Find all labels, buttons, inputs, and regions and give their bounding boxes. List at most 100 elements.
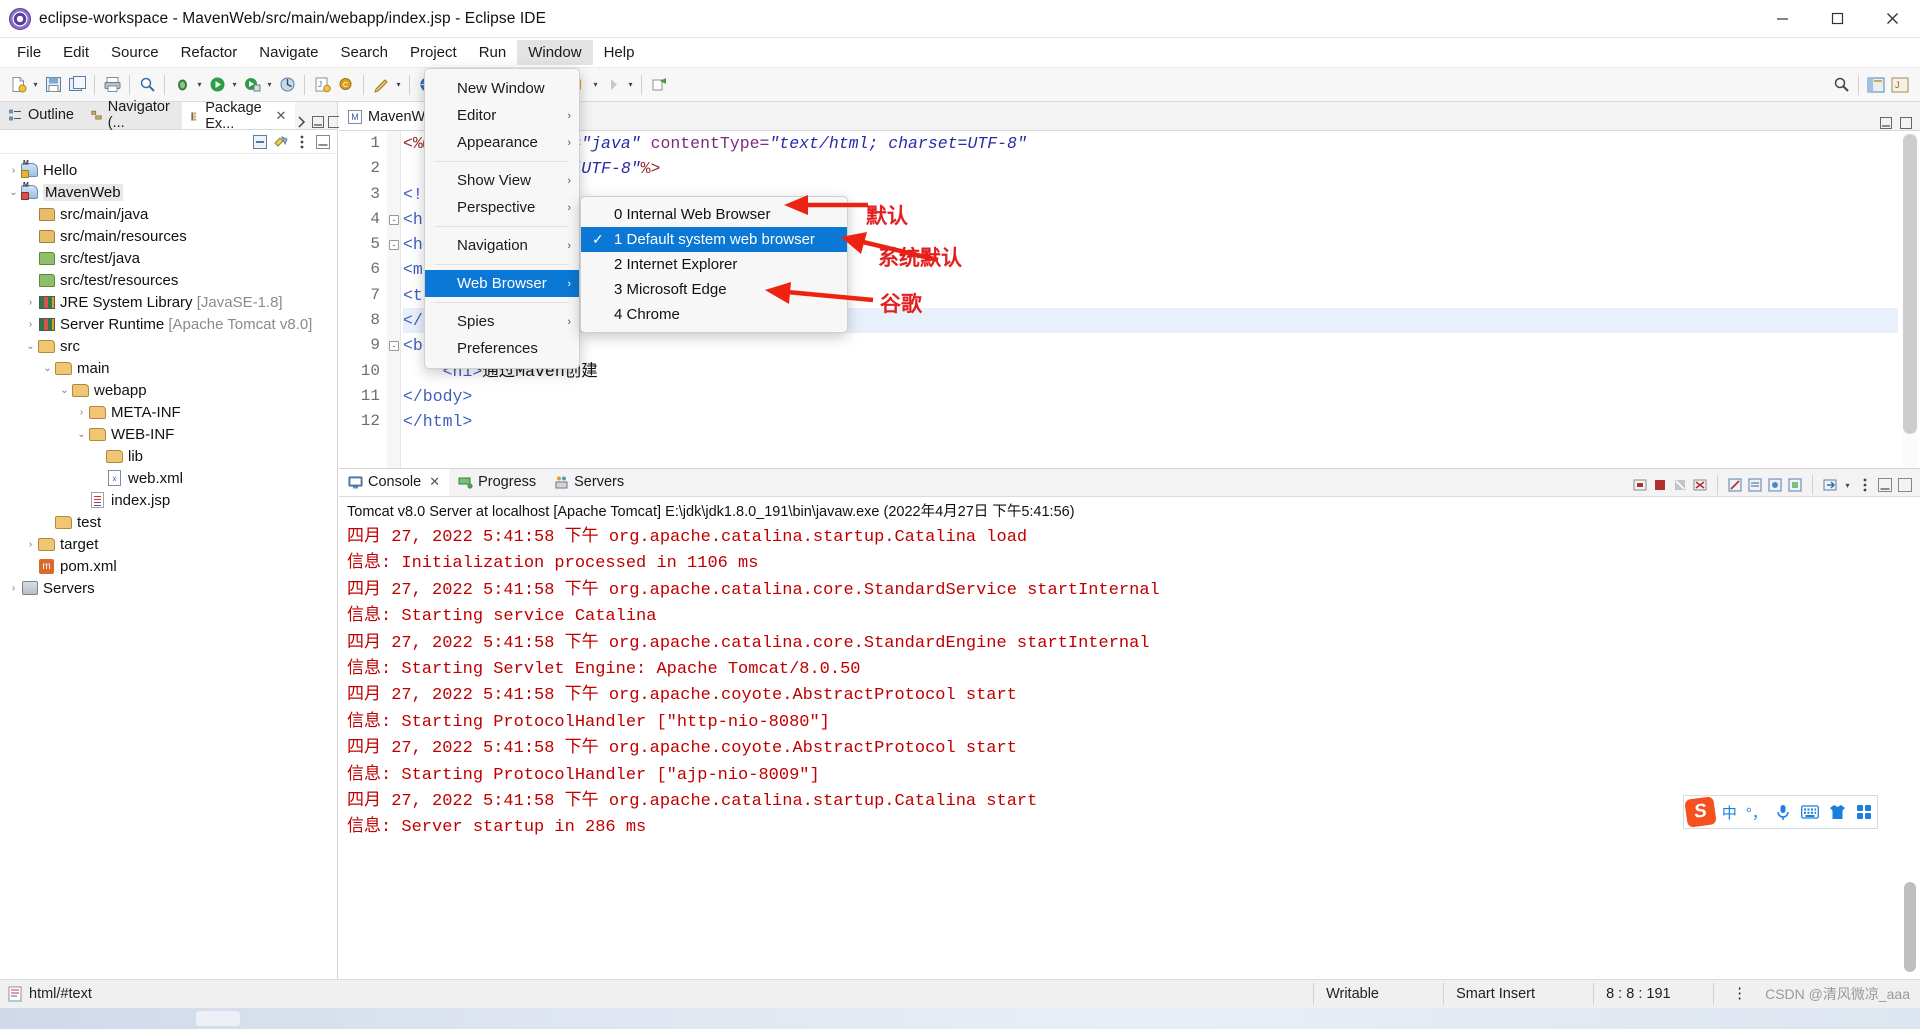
run-server-caret[interactable]: ▾ — [264, 74, 275, 96]
menu-help[interactable]: Help — [593, 40, 646, 65]
chevron-down-icon[interactable]: ⌄ — [24, 341, 37, 352]
open-console-icon[interactable] — [1822, 477, 1838, 493]
back-caret[interactable]: ▾ — [590, 74, 601, 96]
tree-item-server-runtime[interactable]: › Server Runtime [Apache Tomcat v8.0] — [0, 313, 337, 335]
tree-item-meta-inf[interactable]: › META-INF — [0, 401, 337, 423]
tree-item-index-jsp[interactable]: index.jsp — [0, 489, 337, 511]
profile-icon[interactable] — [275, 73, 299, 97]
run-icon[interactable] — [205, 73, 229, 97]
chevron-down-icon[interactable]: ⌄ — [41, 363, 54, 374]
terminate-icon[interactable] — [1652, 477, 1668, 493]
menu-item-show-view[interactable]: Show View › — [425, 167, 579, 194]
console-menu-caret[interactable]: ▾ — [1842, 474, 1853, 496]
forward-icon[interactable] — [601, 73, 625, 97]
code-line[interactable]: </html> — [403, 409, 1898, 434]
chevron-down-icon[interactable]: ⌄ — [75, 429, 88, 440]
sogou-logo-icon[interactable]: S — [1684, 796, 1717, 828]
view-minimize-icon[interactable] — [315, 134, 331, 150]
code-line[interactable]: <body> — [403, 333, 1898, 358]
menu-edit[interactable]: Edit — [52, 40, 100, 65]
microphone-icon[interactable] — [1771, 799, 1796, 825]
run-dropdown-caret[interactable]: ▾ — [229, 74, 240, 96]
package-explorer-tree[interactable]: › Hello ⌄ MavenWeb src/main/java src/main/res… — [0, 154, 337, 599]
submenu-item-chrome[interactable]: 4 Chrome — [581, 302, 847, 327]
keyboard-icon[interactable] — [1798, 799, 1823, 825]
view-menu-icon[interactable] — [294, 134, 310, 150]
close-button[interactable] — [1865, 0, 1920, 38]
tree-item-src-main-java[interactable]: src/main/java — [0, 203, 337, 225]
tab-navigator[interactable]: Navigator (... — [82, 99, 183, 131]
tree-item-src-test-java[interactable]: src/test/java — [0, 247, 337, 269]
code-line[interactable]: </body> — [403, 384, 1898, 409]
new-java-project-icon[interactable]: J — [310, 73, 334, 97]
new-class-icon[interactable]: C — [334, 73, 358, 97]
menu-project[interactable]: Project — [399, 40, 468, 65]
tree-item-hello[interactable]: › Hello — [0, 159, 337, 181]
code-line[interactable]: <%@ page language="java" contentType="te… — [403, 131, 1898, 156]
menu-item-editor[interactable]: Editor › — [425, 102, 579, 129]
chevron-right-icon[interactable]: › — [7, 165, 20, 176]
maximize-console-icon[interactable] — [1897, 477, 1913, 493]
tree-item-lib[interactable]: lib — [0, 445, 337, 467]
menu-item-web-browser[interactable]: Web Browser › — [425, 270, 579, 297]
tree-item-jre-system-library[interactable]: › JRE System Library [JavaSE-1.8] — [0, 291, 337, 313]
link-editor-icon[interactable] — [647, 73, 671, 97]
link-with-editor-icon[interactable] — [273, 134, 289, 150]
tree-item-src[interactable]: ⌄ src — [0, 335, 337, 357]
scroll-lock-icon[interactable] — [1747, 477, 1763, 493]
editor-vertical-scrollbar-thumb[interactable] — [1903, 134, 1917, 434]
submenu-item-microsoft-edge[interactable]: 3 Microsoft Edge — [581, 277, 847, 302]
chevron-right-icon[interactable]: › — [24, 297, 37, 308]
chevron-right-icon[interactable]: › — [7, 583, 20, 594]
terminate-all-icon[interactable] — [1632, 477, 1648, 493]
tab-package-explorer[interactable]: Package Ex... ✕ — [182, 100, 296, 132]
chevron-right-icon[interactable]: › — [24, 539, 37, 550]
skin-icon[interactable] — [1825, 799, 1850, 825]
menu-item-appearance[interactable]: Appearance › — [425, 129, 579, 156]
code-line[interactable]: <h1>通过Maven创建 — [403, 359, 1898, 384]
chevron-right-icon[interactable]: › — [75, 407, 88, 418]
run-on-server-icon[interactable] — [240, 73, 264, 97]
debug-dropdown-caret[interactable]: ▾ — [194, 74, 205, 96]
remove-all-launches-icon[interactable] — [1692, 477, 1708, 493]
save-icon[interactable] — [41, 73, 65, 97]
tree-item-web-inf[interactable]: ⌄ WEB-INF — [0, 423, 337, 445]
display-selected-console-icon[interactable] — [1787, 477, 1803, 493]
minimize-view-icon[interactable] — [311, 115, 325, 129]
menu-item-preferences[interactable]: Preferences — [425, 335, 579, 362]
tab-servers[interactable]: Servers — [545, 469, 633, 496]
tree-item-test[interactable]: test — [0, 511, 337, 533]
status-more-icon[interactable]: ⋮ — [1713, 983, 1765, 1005]
menu-file[interactable]: File — [6, 40, 52, 65]
tree-item-web-xml[interactable]: x web.xml — [0, 467, 337, 489]
menu-search[interactable]: Search — [329, 40, 399, 65]
clear-console-icon[interactable] — [1727, 477, 1743, 493]
menu-refactor[interactable]: Refactor — [170, 40, 249, 65]
console-vertical-scrollbar-thumb[interactable] — [1904, 882, 1916, 972]
chevron-down-icon[interactable]: ⌄ — [7, 187, 20, 198]
fold-collapse-icon[interactable]: - — [389, 341, 399, 352]
menu-source[interactable]: Source — [100, 40, 170, 65]
tree-item-src-main-resources[interactable]: src/main/resources — [0, 225, 337, 247]
search-toolbar-icon[interactable] — [135, 73, 159, 97]
forward-caret[interactable]: ▾ — [625, 74, 636, 96]
fold-collapse-icon[interactable]: - — [389, 214, 399, 225]
new-dropdown-caret[interactable]: ▾ — [30, 74, 41, 96]
print-icon[interactable] — [100, 73, 124, 97]
sogou-ime-bar[interactable]: S 中 °， — [1683, 795, 1878, 829]
fold-collapse-icon[interactable]: - — [389, 240, 399, 251]
menu-item-new-window[interactable]: New Window — [425, 75, 579, 102]
collapse-all-icon[interactable] — [252, 134, 268, 150]
punctuation-icon[interactable]: °， — [1744, 799, 1769, 825]
web-browser-submenu[interactable]: 0 Internal Web Browser ✓ 1 Default syste… — [580, 196, 848, 333]
tab-progress[interactable]: Progress — [449, 469, 545, 496]
remove-launch-icon[interactable] — [1672, 477, 1688, 493]
perspective-java-icon[interactable]: J — [1888, 73, 1912, 97]
menu-item-spies[interactable]: Spies › — [425, 308, 579, 335]
menu-run[interactable]: Run — [468, 40, 518, 65]
minimize-button[interactable] — [1755, 0, 1810, 38]
pin-console-icon[interactable] — [1767, 477, 1783, 493]
menu-window[interactable]: Window — [517, 40, 593, 65]
new-icon[interactable] — [6, 73, 30, 97]
minimize-editor-icon[interactable] — [1879, 116, 1893, 130]
